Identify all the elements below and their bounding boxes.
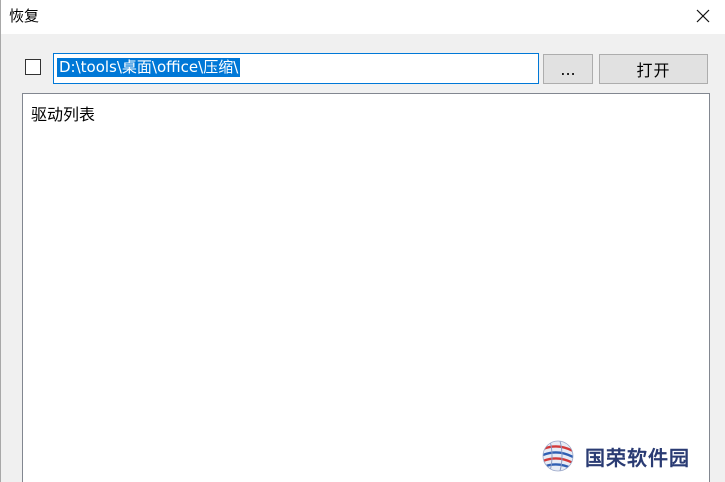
path-input[interactable]: D:\tools\桌面\office\压缩\ (53, 53, 539, 84)
close-button[interactable] (681, 0, 725, 32)
path-checkbox[interactable] (25, 59, 41, 75)
restore-dialog: 恢复 D:\tools\桌面\office\压缩\ ... 打开 驱动列表 国荣… (0, 0, 725, 482)
window-title: 恢复 (9, 7, 40, 25)
browse-button-label: ... (560, 59, 576, 79)
open-button[interactable]: 打开 (599, 54, 708, 84)
open-button-label: 打开 (636, 61, 671, 80)
globe-logo-icon (542, 440, 574, 472)
drive-list-label: 驱动列表 (31, 105, 96, 124)
title-bar: 恢复 (1, 0, 725, 34)
path-input-selected-text: D:\tools\桌面\office\压缩\ (57, 58, 241, 77)
watermark: 国荣软件园 (541, 436, 721, 476)
watermark-text: 国荣软件园 (585, 445, 690, 470)
drive-list-panel[interactable]: 驱动列表 (22, 93, 710, 482)
browse-button[interactable]: ... (543, 54, 593, 84)
close-icon (696, 9, 710, 23)
